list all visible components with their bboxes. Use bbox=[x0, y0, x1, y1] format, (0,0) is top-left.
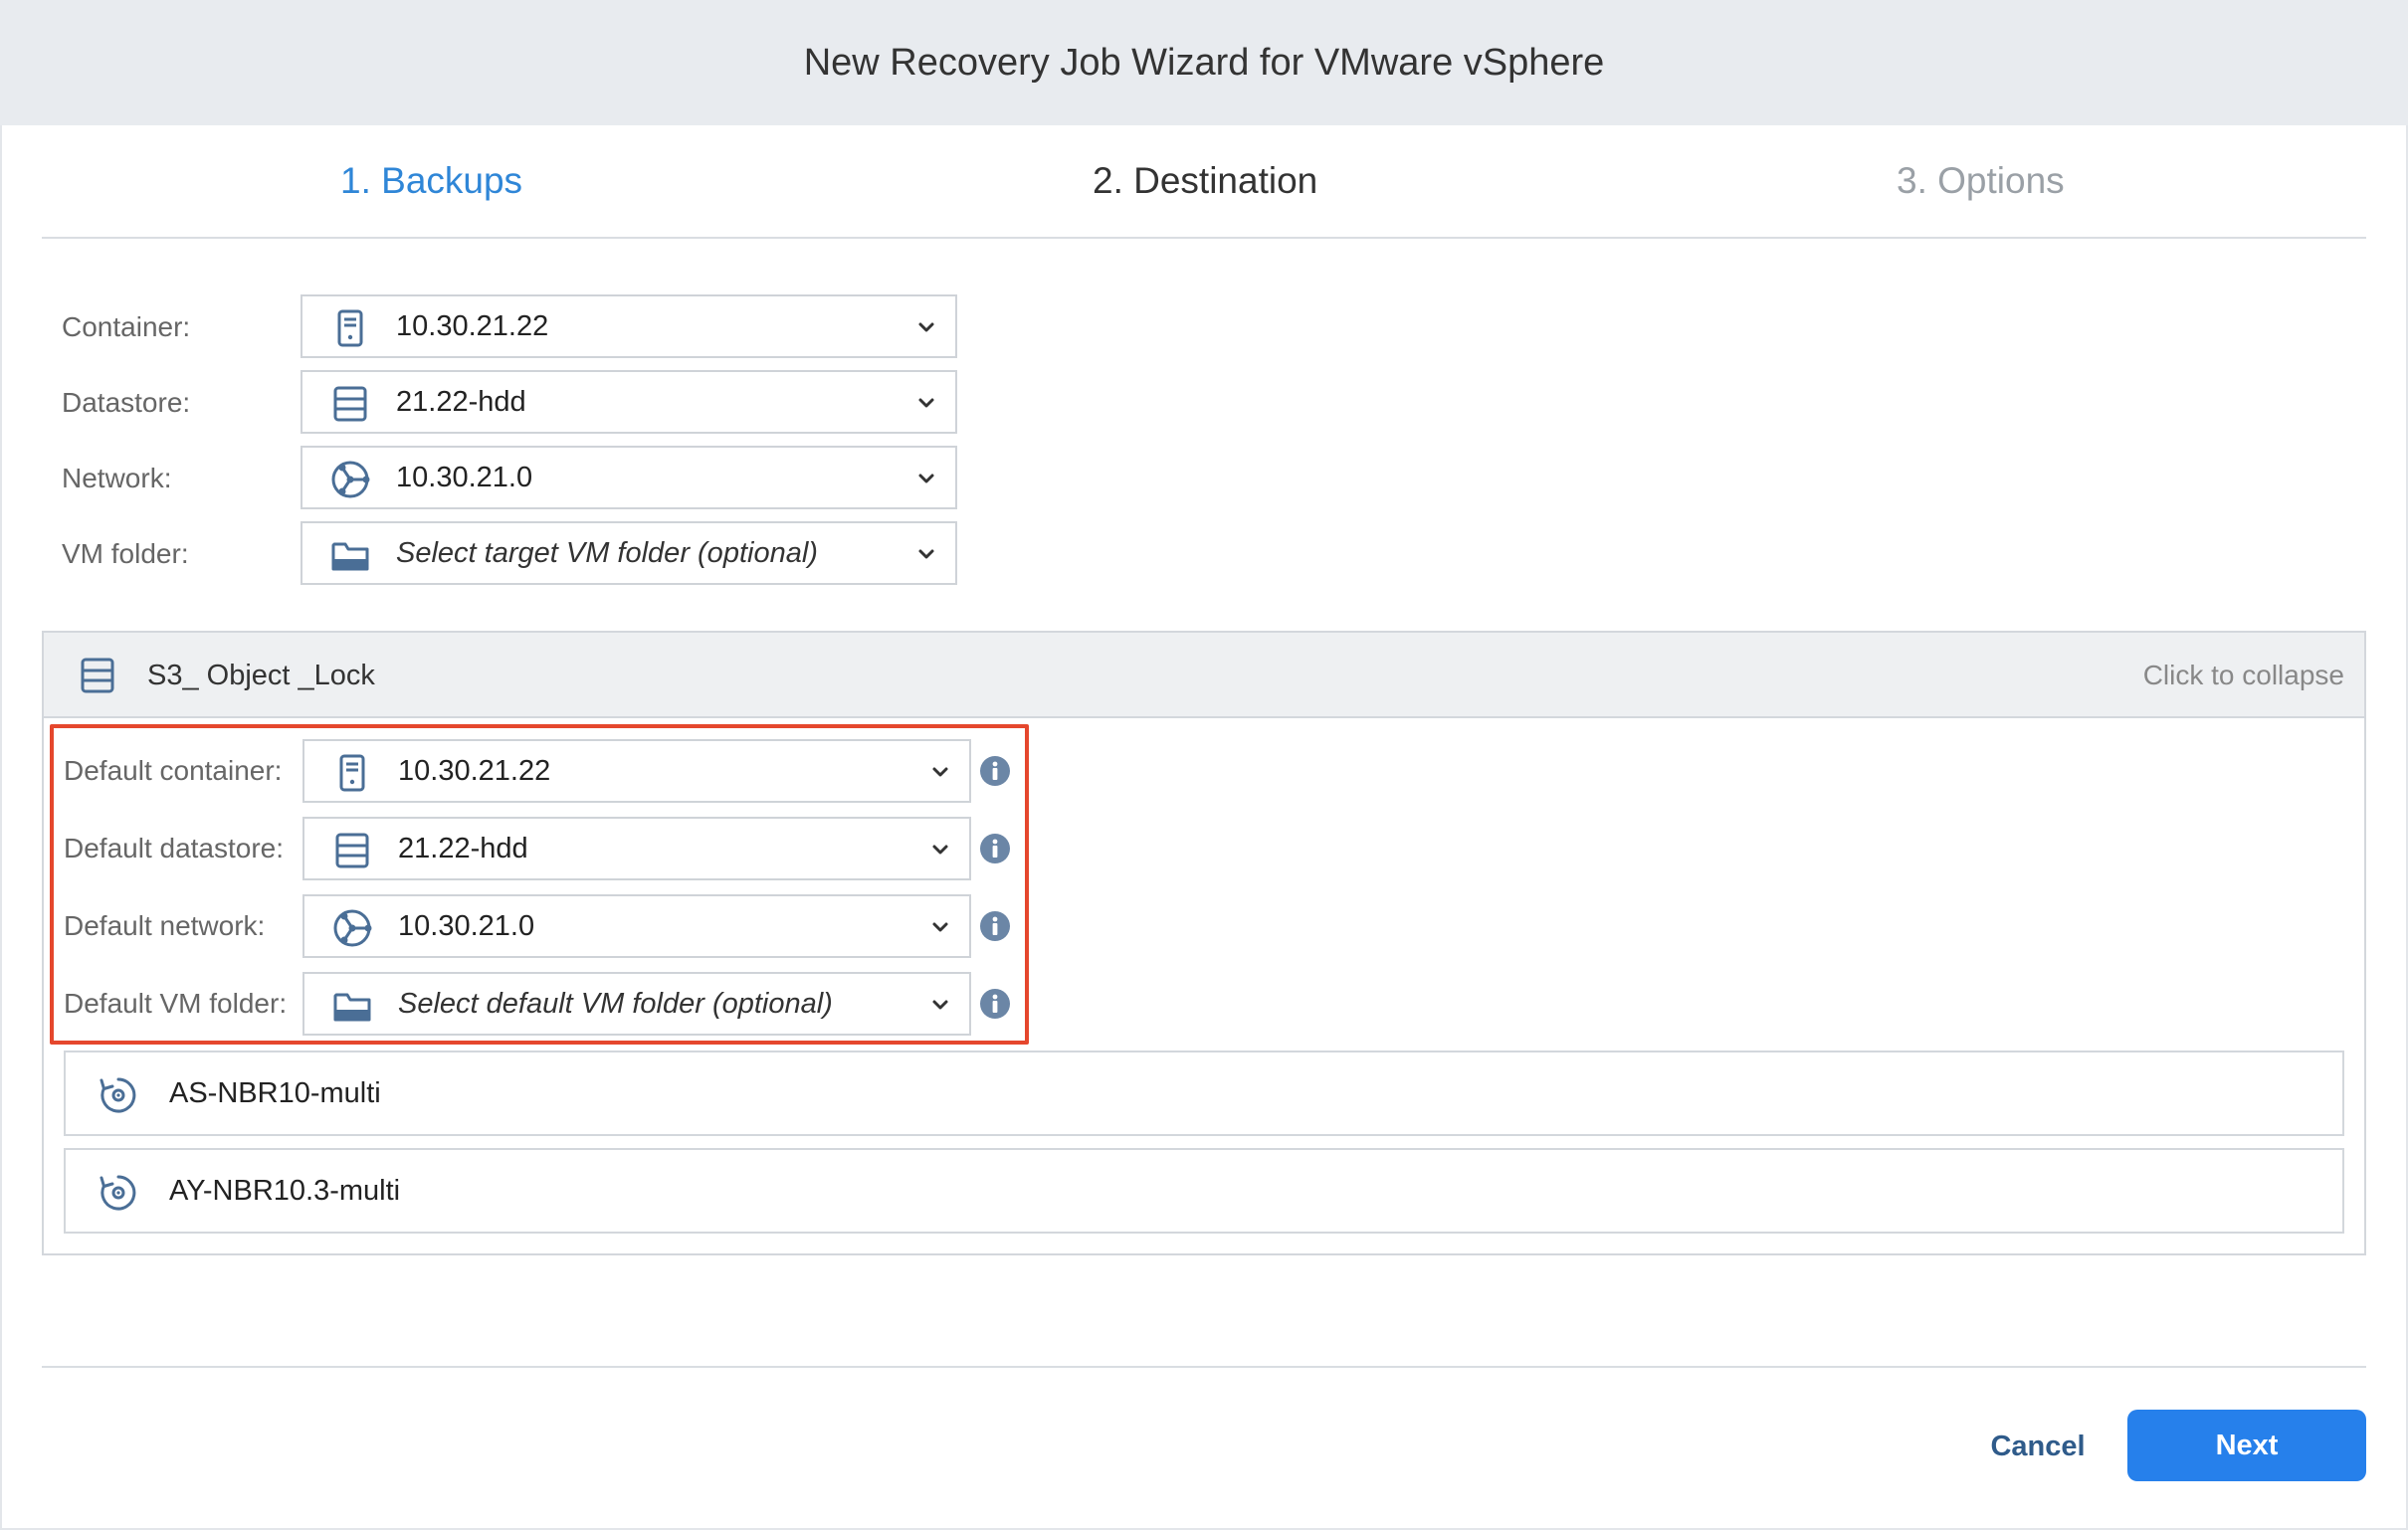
wizard-titlebar: New Recovery Job Wizard for VMware vSphe… bbox=[0, 0, 2408, 125]
vm-folder-placeholder: Select target VM folder (optional) bbox=[396, 537, 818, 569]
next-button[interactable]: Next bbox=[2127, 1410, 2366, 1481]
network-label: Network: bbox=[62, 463, 172, 493]
vm-folder-label: VM folder: bbox=[62, 538, 189, 569]
network-value: 10.30.21.0 bbox=[396, 462, 533, 493]
chevron-down-icon bbox=[915, 468, 937, 489]
network-select[interactable]: 10.30.21.0 bbox=[301, 446, 957, 509]
recovery-point-icon bbox=[98, 1172, 139, 1214]
list-item[interactable]: AS-NBR10-multi bbox=[64, 1051, 2344, 1136]
storage-group-name: S3_ Object _Lock bbox=[147, 660, 375, 691]
wizard-title: New Recovery Job Wizard for VMware vSphe… bbox=[803, 41, 1605, 84]
step-options[interactable]: 3. Options bbox=[1897, 125, 2065, 237]
wizard-steps: 1. Backups 2. Destination 3. Options bbox=[42, 125, 2366, 239]
server-icon bbox=[330, 308, 370, 348]
network-icon bbox=[330, 460, 370, 499]
recovery-point-icon bbox=[98, 1074, 139, 1116]
storage-group-header[interactable]: S3_ Object _Lock Click to collapse bbox=[44, 633, 2364, 718]
chevron-down-icon bbox=[915, 392, 937, 414]
step-backups[interactable]: 1. Backups bbox=[340, 125, 522, 237]
vm-folder-select[interactable]: Select target VM folder (optional) bbox=[301, 521, 957, 585]
container-value: 10.30.21.22 bbox=[396, 310, 549, 342]
datastore-icon bbox=[78, 656, 117, 695]
container-label: Container: bbox=[62, 311, 191, 342]
container-select[interactable]: 10.30.21.22 bbox=[301, 294, 957, 358]
defaults-highlight-box bbox=[50, 724, 1029, 1045]
chevron-down-icon bbox=[915, 543, 937, 565]
footer-divider bbox=[42, 1366, 2366, 1368]
datastore-label: Datastore: bbox=[62, 387, 191, 418]
collapse-toggle[interactable]: Click to collapse bbox=[2143, 633, 2344, 718]
chevron-down-icon bbox=[915, 316, 937, 338]
item-name: AY-NBR10.3-multi bbox=[169, 1175, 401, 1207]
datastore-icon bbox=[330, 384, 370, 424]
step-destination[interactable]: 2. Destination bbox=[1093, 125, 1317, 237]
datastore-value: 21.22-hdd bbox=[396, 386, 526, 418]
frame-border-left bbox=[0, 125, 2, 1530]
cancel-button[interactable]: Cancel bbox=[1960, 1411, 2115, 1482]
list-item[interactable]: AY-NBR10.3-multi bbox=[64, 1148, 2344, 1234]
datastore-select[interactable]: 21.22-hdd bbox=[301, 370, 957, 434]
folder-icon bbox=[330, 535, 370, 575]
item-name: AS-NBR10-multi bbox=[169, 1077, 381, 1109]
